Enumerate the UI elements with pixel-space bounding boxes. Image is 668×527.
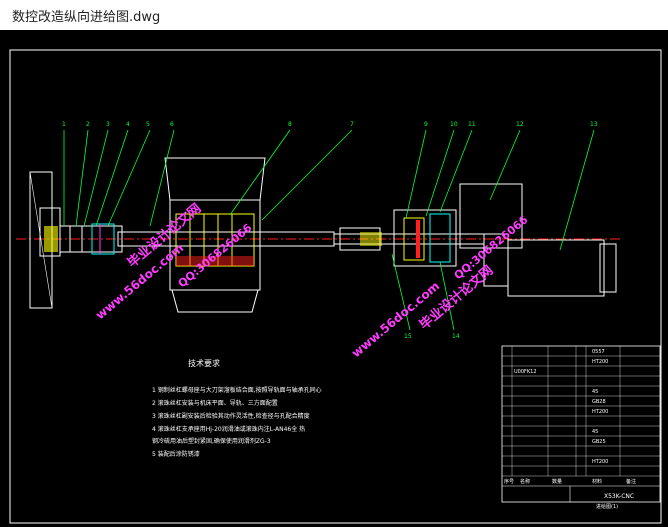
watermark-text: QQ:306826066 bbox=[176, 221, 255, 290]
drawing-canvas[interactable]: 1 2 3 4 5 6 8 7 9 10 11 12 13 15 14 技术要求… bbox=[0, 30, 668, 527]
part-label-9: 9 bbox=[424, 121, 428, 128]
tech-requirements-title: 技术要求 bbox=[188, 358, 220, 368]
handwheel bbox=[29, 171, 61, 309]
table-cell: 45 bbox=[592, 429, 598, 435]
drawing-subtitle: 进给图(1) bbox=[596, 503, 618, 510]
part-label-3: 3 bbox=[106, 121, 110, 128]
table-cell: GB28 bbox=[592, 399, 606, 405]
table-cell: HT200 bbox=[592, 409, 608, 415]
tech-note: 4 滚珠丝杠支承座用Hj-20润滑油或滚珠内注L-AN46全 热 bbox=[152, 425, 305, 433]
part-label-8: 8 bbox=[288, 121, 292, 128]
part-label-4: 4 bbox=[126, 121, 130, 128]
table-cell: U00FK12 bbox=[514, 369, 537, 375]
part-label-14: 14 bbox=[452, 333, 460, 340]
tech-note: 5 装配后涂防锈漆 bbox=[152, 450, 200, 458]
part-label-2: 2 bbox=[86, 121, 90, 128]
tech-notes: 1 钢制丝杠螺母座与大刀架溜板结合面,按照导轨面与轴承孔同心 2 滚珠丝杠安装与… bbox=[152, 386, 322, 458]
tech-note: 2 滚珠丝杠安装与机床平面、导轨、三方面配置 bbox=[152, 399, 278, 407]
part-label-13: 13 bbox=[590, 121, 598, 128]
table-header: 数量 bbox=[552, 478, 562, 485]
part-label-6: 6 bbox=[170, 121, 174, 128]
part-label-7: 7 bbox=[350, 121, 354, 128]
cad-viewport[interactable]: 1 2 3 4 5 6 8 7 9 10 11 12 13 15 14 技术要求… bbox=[0, 30, 668, 527]
watermarks: 毕业设计论文网 www.56doc.com QQ:306826066 毕业设计论… bbox=[93, 200, 531, 360]
table-cell: HT200 bbox=[592, 459, 608, 465]
table-header: 材料 bbox=[592, 478, 602, 485]
parts-table: 0557 HT200 U00FK12 45 GB28 HT200 45 GB25… bbox=[501, 345, 661, 510]
drawing-code: X53K-CNC bbox=[604, 493, 634, 500]
tech-note: 钢冷硫用油后塑封紧固,确保使用润滑剂ZG-3 bbox=[152, 437, 271, 445]
part-label-15: 15 bbox=[404, 333, 412, 340]
tech-note: 1 钢制丝杠螺母座与大刀架溜板结合面,按照导轨面与轴承孔同心 bbox=[152, 386, 322, 394]
table-header: 名称 bbox=[520, 478, 530, 485]
part-label-5: 5 bbox=[146, 121, 150, 128]
part-label-12: 12 bbox=[516, 121, 524, 128]
table-header: 备注 bbox=[626, 478, 636, 485]
window-title-bar: 数控改造纵向进给图.dwg bbox=[0, 0, 668, 30]
part-label-10: 10 bbox=[450, 121, 458, 128]
table-cell: HT200 bbox=[592, 359, 608, 365]
tech-note: 3 滚珠丝杠副安装后检验其动作灵活性,检查径与孔配合精度 bbox=[152, 412, 310, 420]
nut-housing bbox=[164, 157, 266, 313]
table-cell: 0557 bbox=[592, 349, 605, 355]
table-cell: 45 bbox=[592, 389, 598, 395]
file-title: 数控改造纵向进给图.dwg bbox=[12, 10, 161, 25]
table-cell: GB25 bbox=[592, 439, 606, 445]
part-label-1: 1 bbox=[62, 121, 66, 128]
part-label-11: 11 bbox=[468, 121, 476, 128]
table-header: 序号 bbox=[504, 478, 514, 485]
right-coupling bbox=[339, 209, 457, 267]
